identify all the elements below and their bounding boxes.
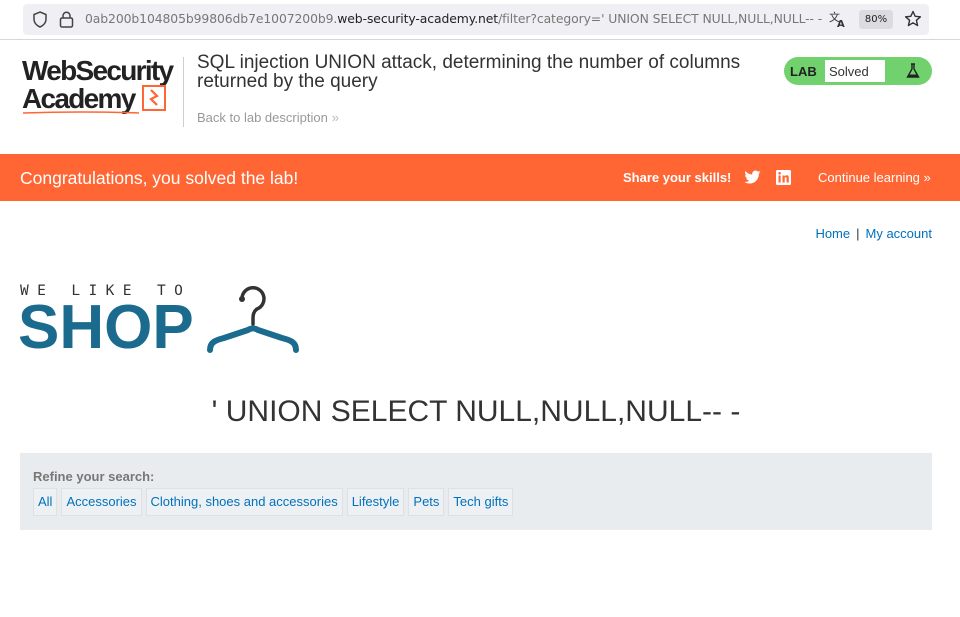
back-link-label: Back to lab description	[197, 110, 328, 125]
logo-line-2: Academy	[22, 83, 136, 114]
continue-learning-link[interactable]: Continue learning »	[818, 170, 931, 185]
shop-word: SHOP	[18, 293, 194, 362]
star-icon[interactable]	[904, 10, 922, 28]
filter-clothing[interactable]: Clothing, shoes and accessories	[145, 488, 343, 516]
shield-icon[interactable]	[32, 11, 48, 28]
logo-line-1: WebSecurity	[22, 55, 174, 86]
linkedin-icon[interactable]	[776, 170, 791, 185]
address-bar[interactable]: 0ab200b104805b99806db7e1007200b9.web-sec…	[23, 4, 929, 35]
filter-pets[interactable]: Pets	[408, 488, 445, 516]
solved-banner: Congratulations, you solved the lab! Sha…	[0, 154, 960, 201]
back-to-lab-description-link[interactable]: Back to lab description»	[197, 110, 339, 125]
share-label: Share your skills!	[623, 170, 732, 185]
web-security-academy-logo[interactable]: WebSecurity Academy	[22, 57, 182, 115]
academy-mark-icon	[142, 85, 166, 111]
category-filter-list: All Accessories Clothing, shoes and acce…	[33, 488, 514, 516]
lab-status: Solved	[824, 59, 886, 83]
url-prefix: 0ab200b104805b99806db7e1007200b9.	[85, 11, 338, 26]
my-account-link[interactable]: My account	[866, 226, 932, 241]
chevron-right-icon: »	[923, 170, 931, 185]
twitter-icon[interactable]	[744, 170, 761, 185]
refine-search-label: Refine your search:	[33, 469, 155, 484]
lab-label: LAB	[790, 64, 817, 79]
svg-text:A: A	[837, 19, 845, 28]
url-text[interactable]: 0ab200b104805b99806db7e1007200b9.web-sec…	[85, 11, 822, 26]
filter-all[interactable]: All	[33, 488, 58, 516]
home-link[interactable]: Home	[815, 226, 850, 241]
continue-learning-label: Continue learning	[818, 170, 920, 185]
filter-panel: Refine your search: All Accessories Clot…	[20, 453, 932, 530]
lock-icon[interactable]	[59, 11, 74, 28]
chevron-right-icon: »	[331, 110, 340, 125]
top-nav: Home | My account	[815, 226, 932, 241]
lab-title: SQL injection UNION attack, determining …	[197, 52, 741, 92]
hanger-icon	[207, 286, 299, 353]
congratulations-message: Congratulations, you solved the lab!	[20, 168, 299, 188]
filter-accessories[interactable]: Accessories	[61, 488, 142, 516]
filter-tech-gifts[interactable]: Tech gifts	[448, 488, 514, 516]
zoom-level[interactable]: 80%	[859, 10, 893, 29]
shop-logo: WE LIKE TO SHOP	[18, 284, 302, 362]
browser-toolbar: 0ab200b104805b99806db7e1007200b9.web-sec…	[0, 0, 960, 40]
nav-separator: |	[856, 226, 860, 241]
header-divider	[183, 57, 184, 127]
translate-icon[interactable]: 文 A	[829, 10, 847, 28]
flask-icon	[906, 63, 920, 78]
category-heading: ' UNION SELECT NULL,NULL,NULL-- -	[211, 395, 741, 428]
url-domain: web-security-academy.net	[337, 11, 499, 26]
logo-underline-icon	[22, 111, 140, 114]
filter-lifestyle[interactable]: Lifestyle	[346, 488, 405, 516]
url-path: /filter?category=' UNION SELECT NULL,NUL…	[498, 11, 823, 26]
lab-status-badge: LAB Solved	[784, 57, 932, 85]
